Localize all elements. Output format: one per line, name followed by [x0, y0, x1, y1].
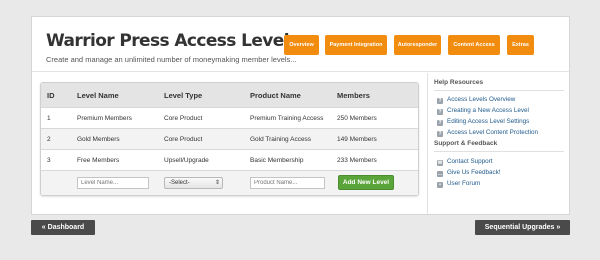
chat-icon: …	[437, 171, 443, 177]
level-name-input[interactable]	[77, 177, 149, 189]
add-new-level-button[interactable]: Add New Level	[338, 175, 394, 190]
row-level-name: Free Members	[77, 157, 120, 164]
help-icon: ?	[437, 131, 443, 137]
support-link-label: Contact Support	[447, 158, 493, 165]
level-type-selected: -Select-	[169, 180, 190, 186]
row-id: 1	[47, 115, 51, 122]
help-link-label: Editing Access Level Settings	[447, 118, 530, 125]
row-product-name: Premium Training Access	[250, 115, 324, 122]
help-link-overview[interactable]: ? Access Levels Overview	[437, 95, 515, 104]
row-level-type: Core Product	[164, 115, 203, 122]
header-divider	[32, 71, 571, 72]
sidebar-divider-line	[434, 90, 564, 91]
support-link-label: Give Us Feedback!	[447, 169, 501, 176]
column-header-product-name: Product Name	[250, 91, 301, 100]
row-level-type: Upsell/Upgrade	[164, 157, 209, 164]
help-link-label: Access Levels Overview	[447, 96, 516, 103]
row-members: 149 Members	[337, 136, 377, 143]
content-access-button[interactable]: Content Access	[448, 35, 500, 55]
give-feedback-link[interactable]: … Give Us Feedback!	[437, 168, 501, 177]
product-name-input[interactable]	[250, 177, 325, 189]
column-header-members: Members	[337, 91, 370, 100]
help-icon: ?	[437, 120, 443, 126]
user-forum-link[interactable]: • User Forum	[437, 179, 480, 188]
row-members: 233 Members	[337, 157, 377, 164]
table-row[interactable]: 1 Premium Members Core Product Premium T…	[41, 108, 418, 129]
table-row[interactable]: 3 Free Members Upsell/Upgrade Basic Memb…	[41, 150, 418, 171]
help-resources-title: Help Resources	[434, 79, 484, 86]
support-link-label: User Forum	[447, 180, 481, 187]
row-level-name: Premium Members	[77, 115, 132, 122]
help-link-protection[interactable]: ? Access Level Content Protection	[437, 128, 538, 137]
main-panel: Warrior Press Access Levels Create and m…	[31, 16, 571, 215]
dashboard-back-button[interactable]: « Dashboard	[31, 220, 95, 235]
help-link-creating[interactable]: ? Creating a New Access Level	[437, 106, 529, 115]
extras-button[interactable]: Extras	[507, 35, 534, 55]
help-link-label: Creating a New Access Level	[447, 107, 529, 114]
help-link-editing[interactable]: ? Editing Access Level Settings	[437, 117, 529, 126]
new-level-row: -Select- ⇕ Add New Level	[41, 171, 418, 195]
row-id: 3	[47, 157, 51, 164]
row-members: 250 Members	[337, 115, 377, 122]
sidebar-divider-line	[434, 151, 564, 152]
contact-support-link[interactable]: ✉ Contact Support	[437, 157, 493, 166]
column-header-level-name: Level Name	[77, 91, 119, 100]
overview-button[interactable]: Overview	[284, 35, 319, 55]
row-level-name: Gold Members	[77, 136, 120, 143]
page-title: Warrior Press Access Levels	[46, 31, 299, 51]
row-product-name: Basic Membership	[250, 157, 304, 164]
payment-integration-button[interactable]: Payment Integration	[325, 35, 387, 55]
row-level-type: Core Product	[164, 136, 203, 143]
level-type-select[interactable]: -Select- ⇕	[164, 177, 223, 189]
forum-icon: •	[437, 182, 443, 188]
column-header-level-type: Level Type	[164, 91, 203, 100]
page-subtitle: Create and manage an unlimited number of…	[46, 55, 297, 64]
help-icon: ?	[437, 109, 443, 115]
sidebar-divider	[427, 73, 428, 214]
mail-icon: ✉	[437, 160, 443, 166]
levels-table: ID Level Name Level Type Product Name Me…	[40, 82, 419, 196]
table-row[interactable]: 2 Gold Members Core Product Gold Trainin…	[41, 129, 418, 150]
support-feedback-title: Support & Feedback	[434, 140, 498, 147]
table-header-row: ID Level Name Level Type Product Name Me…	[41, 83, 418, 108]
help-link-label: Access Level Content Protection	[447, 129, 539, 136]
row-id: 2	[47, 136, 51, 143]
row-product-name: Gold Training Access	[250, 136, 312, 143]
help-icon: ?	[437, 98, 443, 104]
select-arrows-icon: ⇕	[214, 180, 220, 186]
autoresponder-button[interactable]: Autoresponder	[394, 35, 441, 55]
column-header-id: ID	[47, 91, 55, 100]
sequential-upgrades-button[interactable]: Sequential Upgrades »	[475, 220, 570, 235]
